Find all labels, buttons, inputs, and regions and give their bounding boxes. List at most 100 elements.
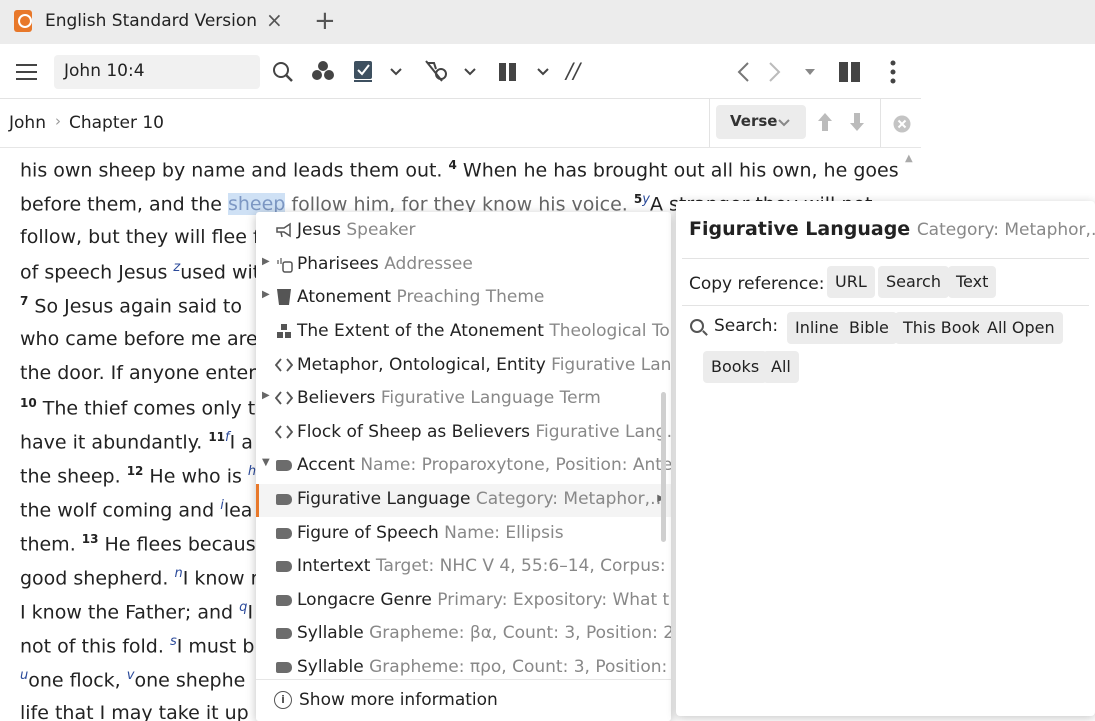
copy-text-button[interactable]: Text bbox=[948, 266, 997, 298]
cross-reference[interactable]: s bbox=[170, 634, 177, 649]
breadcrumb-book[interactable]: John bbox=[9, 113, 46, 133]
text-line: the door. If anyone enter bbox=[20, 362, 257, 384]
more-options-icon[interactable] bbox=[889, 60, 897, 84]
menu-item-intertext[interactable]: Intertext Target: NHC V 4, 55:6–14, Corp… bbox=[256, 551, 671, 584]
back-icon[interactable] bbox=[736, 61, 750, 83]
verse-number: 11 bbox=[208, 430, 226, 444]
chevron-down-icon[interactable] bbox=[390, 68, 402, 76]
menu-item-flock-of-sheep[interactable]: Flock of Sheep as Believers Figurative L… bbox=[256, 417, 671, 450]
menu-item-believers[interactable]: ▶ Believers Figurative Language Term bbox=[256, 383, 671, 416]
verse-number: 12 bbox=[126, 464, 144, 478]
verse-dropdown[interactable]: Verse bbox=[716, 105, 806, 139]
history-dropdown-icon[interactable] bbox=[804, 68, 816, 76]
copy-reference-label: Copy reference: bbox=[689, 274, 825, 294]
interlinear-icon[interactable] bbox=[424, 59, 448, 83]
search-inline-button[interactable]: Inline bbox=[787, 312, 847, 344]
arrow-down-icon[interactable] bbox=[849, 112, 865, 132]
expand-icon[interactable]: ▶ bbox=[262, 289, 270, 300]
menu-item-accent[interactable]: ▼ Accent Name: Proparoxytone, Position: … bbox=[256, 450, 671, 483]
parallel-icon[interactable]: // bbox=[566, 59, 580, 83]
cross-reference[interactable]: h bbox=[248, 464, 256, 479]
text-line: his own sheep by name and leads them out… bbox=[20, 158, 899, 182]
reference-input[interactable]: John 10:4 bbox=[54, 55, 260, 89]
tab-esv[interactable]: English Standard Version × bbox=[0, 0, 298, 44]
search-all-open-button[interactable]: All Open bbox=[979, 312, 1063, 344]
text-line: good shepherd. nI know r bbox=[20, 566, 259, 590]
toolbar: John 10:4 // bbox=[0, 44, 921, 99]
cross-reference[interactable]: y bbox=[642, 192, 650, 207]
topic-icon bbox=[277, 324, 291, 338]
cross-reference[interactable]: n bbox=[174, 566, 182, 581]
breadcrumb: John › Chapter 10 Verse bbox=[0, 99, 921, 148]
code-icon bbox=[275, 391, 293, 405]
menu-item-figure-of-speech[interactable]: Figure of Speech Name: Ellipsis bbox=[256, 518, 671, 551]
text-line: of speech Jesus zused wit bbox=[20, 260, 261, 284]
menu-item-longacre-genre[interactable]: Longacre Genre Primary: Expository: What… bbox=[256, 585, 671, 618]
theme-icon bbox=[277, 289, 291, 305]
menu-item-jesus[interactable]: Jesus Speaker bbox=[256, 215, 671, 248]
code-icon bbox=[275, 425, 293, 439]
menu-item-syllable[interactable]: Syllable Grapheme: βα, Count: 3, Positio… bbox=[256, 618, 671, 651]
text-line: 10 The thief comes only t bbox=[20, 396, 256, 420]
menu-item-extent-of-atonement[interactable]: The Extent of the Atonement Theological … bbox=[256, 316, 671, 349]
divider bbox=[880, 99, 881, 147]
text-line: the sheep. 12 He who is ha bbox=[20, 464, 268, 488]
arrow-up-icon[interactable] bbox=[817, 112, 833, 132]
forward-icon[interactable] bbox=[768, 61, 782, 83]
menu-icon[interactable] bbox=[16, 63, 38, 81]
tag-icon bbox=[275, 657, 293, 677]
cross-reference[interactable]: u bbox=[20, 668, 28, 683]
breadcrumb-chapter[interactable]: Chapter 10 bbox=[69, 113, 164, 133]
info-icon: i bbox=[274, 691, 292, 709]
divider bbox=[682, 305, 1089, 306]
verse-dropdown-label: Verse bbox=[730, 112, 778, 130]
expand-icon[interactable]: ▶ bbox=[262, 256, 270, 267]
search-books-button[interactable]: Books bbox=[703, 351, 768, 383]
collapse-icon[interactable]: ▼ bbox=[262, 457, 270, 468]
new-tab-button[interactable]: + bbox=[314, 6, 336, 36]
columns-icon[interactable] bbox=[498, 62, 518, 82]
search-all-button[interactable]: All bbox=[763, 351, 799, 383]
selection-indicator bbox=[256, 484, 259, 517]
search-bible-button[interactable]: Bible bbox=[841, 312, 897, 344]
expand-icon[interactable]: ▶ bbox=[262, 390, 270, 401]
speaker-icon bbox=[276, 222, 291, 238]
menu-item-atonement[interactable]: ▶ Atonement Preaching Theme bbox=[256, 282, 671, 315]
chevron-down-icon[interactable] bbox=[537, 68, 549, 76]
tag-icon bbox=[275, 556, 293, 576]
text-line: follow, but they will flee f bbox=[20, 226, 260, 248]
panel-title: Figurative Language Category: Metaphor,… bbox=[689, 218, 1095, 240]
menu-item-metaphor[interactable]: Metaphor, Ontological, Entity Figurative… bbox=[256, 350, 671, 383]
tag-icon bbox=[275, 489, 293, 509]
tag-icon bbox=[275, 523, 293, 543]
search-label: Search: bbox=[714, 316, 779, 336]
text-line: life that I may take it up bbox=[20, 702, 249, 721]
chevron-down-icon[interactable] bbox=[464, 68, 476, 76]
code-icon bbox=[275, 358, 293, 372]
text-line: the wolf coming and ilea bbox=[20, 498, 253, 522]
checklist-icon[interactable] bbox=[353, 60, 375, 82]
copy-url-button[interactable]: URL bbox=[827, 266, 875, 298]
info-panel: Figurative Language Category: Metaphor,…… bbox=[676, 201, 1095, 716]
search-this-book-button[interactable]: This Book bbox=[895, 312, 989, 344]
search-icon bbox=[690, 319, 704, 333]
copy-search-button[interactable]: Search bbox=[878, 266, 949, 298]
text-line: I know the Father; and qI bbox=[20, 600, 254, 624]
menu-scrollbar[interactable] bbox=[661, 392, 666, 542]
close-icon[interactable]: × bbox=[266, 8, 283, 32]
divider bbox=[709, 99, 710, 147]
context-menu: Jesus Speaker ▶ Pharisees Addressee ▶ At… bbox=[256, 212, 671, 721]
app-logo-icon bbox=[14, 10, 32, 32]
verse-number: 10 bbox=[20, 396, 37, 410]
visual-filters-icon[interactable] bbox=[311, 60, 335, 82]
addressee-icon bbox=[277, 258, 293, 273]
menu-item-pharisees[interactable]: ▶ Pharisees Addressee bbox=[256, 249, 671, 282]
show-more-information-button[interactable]: i Show more information bbox=[256, 679, 671, 721]
clear-icon[interactable] bbox=[893, 115, 911, 133]
text-line: them. 13 He flees because bbox=[20, 532, 268, 556]
search-icon[interactable] bbox=[272, 61, 294, 83]
tab-title: English Standard Version bbox=[45, 11, 258, 31]
scroll-up-icon[interactable]: ▲ bbox=[905, 153, 913, 164]
layout-icon[interactable] bbox=[838, 61, 862, 83]
menu-item-figurative-language[interactable]: Figurative Language Category: Metaphor,…… bbox=[256, 484, 671, 517]
